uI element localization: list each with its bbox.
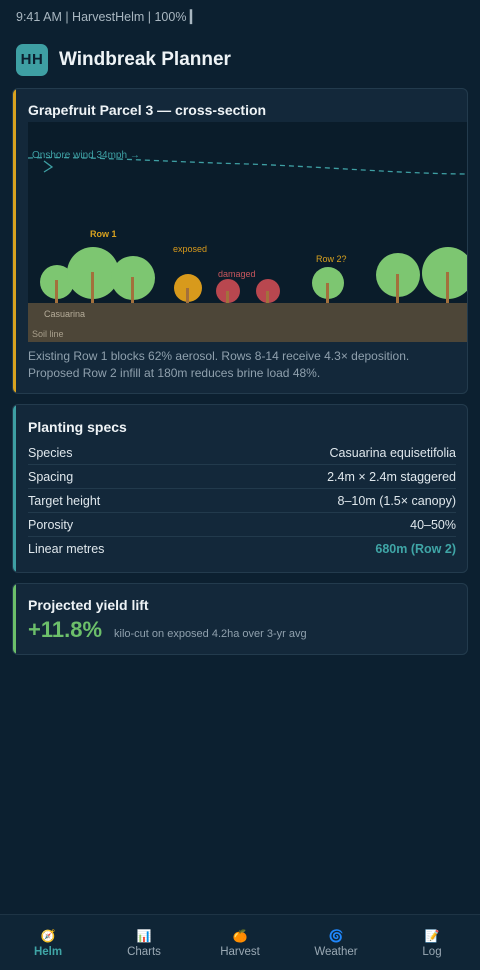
cross-section-card: Grapefruit Parcel 3 — cross-section Onsh… (12, 88, 468, 394)
memo-icon: 📝 (424, 929, 440, 943)
planting-specs-card: Planting specs Species Casuarina equiset… (12, 404, 468, 573)
planting-specs-title: Planting specs (28, 419, 127, 435)
species-label: Casuarina (44, 309, 85, 319)
damaged-tree (256, 279, 280, 303)
nav-item-helm[interactable]: 🧭 Helm (0, 915, 96, 970)
spec-value: 2.4m × 2.4m staggered (327, 469, 456, 484)
app-logo: HH (16, 43, 48, 76)
yield-note: kilo-cut on exposed 4.2ha over 3-yr avg (114, 628, 307, 640)
wind-label: Onshore wind 34mph → (32, 150, 140, 161)
bottom-nav: 🧭 Helm 📊 Charts 🍊 Harvest 🌀 Weather 📝 Lo… (0, 914, 480, 970)
row1-label: Row 1 (90, 229, 117, 239)
orange-icon: 🍊 (232, 929, 248, 943)
spec-row-porosity: Porosity 40–50% (28, 513, 456, 537)
spec-label: Target height (28, 493, 101, 508)
nav-item-log[interactable]: 📝 Log (384, 915, 480, 970)
yield-lift-title: Projected yield lift (28, 597, 149, 613)
damaged-tree (216, 279, 240, 303)
page-title: Windbreak Planner (59, 48, 231, 70)
exposed-label: exposed (173, 244, 207, 254)
cross-section-title: Grapefruit Parcel 3 — cross-section (28, 102, 267, 118)
yield-lift-card: Projected yield lift +11.8% kilo-cut on … (12, 583, 468, 655)
spec-row-spacing: Spacing 2.4m × 2.4m staggered (28, 465, 456, 489)
nav-item-harvest[interactable]: 🍊 Harvest (192, 915, 288, 970)
nav-label: Weather (314, 946, 358, 958)
cross-section-diagram: Onshore wind 34mph → Soil line Row 1 Cas… (28, 122, 467, 342)
app-header: HH Windbreak Planner (16, 43, 231, 76)
spec-row-target-height: Target height 8–10m (1.5× canopy) (28, 489, 456, 513)
soil-band (28, 303, 467, 342)
compass-icon: 🧭 (40, 929, 56, 943)
nav-label: Charts (127, 946, 161, 958)
cyclone-icon: 🌀 (328, 929, 344, 943)
spec-row-species: Species Casuarina equisetifolia (28, 441, 456, 465)
spec-label: Porosity (28, 517, 74, 532)
card-accent (13, 89, 16, 393)
cross-section-caption: Existing Row 1 blocks 62% aerosol. Rows … (28, 349, 410, 380)
spec-label: Linear metres (28, 542, 105, 556)
spec-value: 40–50% (410, 517, 456, 532)
nav-item-charts[interactable]: 📊 Charts (96, 915, 192, 970)
spec-value: 680m (Row 2) (375, 542, 456, 556)
spec-value: 8–10m (1.5× canopy) (337, 493, 456, 508)
nav-label: Harvest (220, 946, 260, 958)
spec-label: Spacing (28, 469, 74, 484)
spec-label: Species (28, 445, 73, 460)
spec-row-linear-metres: Linear metres 680m (Row 2) (28, 537, 456, 561)
card-accent (13, 584, 16, 654)
nav-item-weather[interactable]: 🌀 Weather (288, 915, 384, 970)
bar-chart-icon: 📊 (136, 929, 152, 943)
soil-label: Soil line (32, 329, 64, 339)
spec-value: Casuarina equisetifolia (329, 445, 456, 460)
yield-value: +11.8% (28, 617, 103, 642)
card-accent (13, 405, 16, 572)
status-bar: 9:41 AM | HarvestHelm | 100% ▎ (16, 10, 200, 24)
nav-label: Helm (33, 946, 63, 958)
row2-label: Row 2? (316, 254, 347, 264)
nav-label: Log (422, 946, 442, 958)
damaged-label: damaged (218, 269, 256, 279)
yield-row: +11.8% kilo-cut on exposed 4.2ha over 3-… (28, 617, 307, 643)
